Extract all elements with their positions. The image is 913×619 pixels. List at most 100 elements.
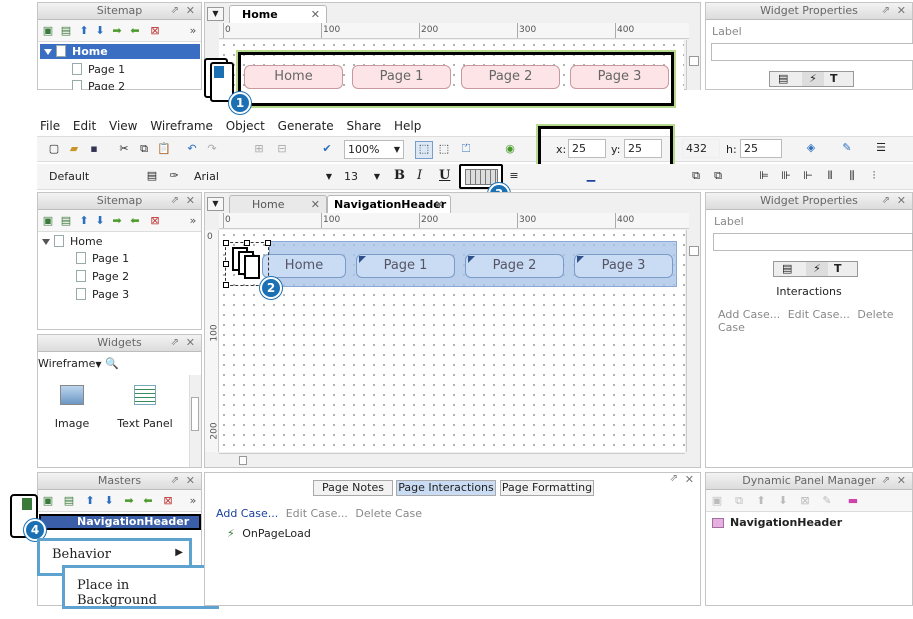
master-item-navigationheader[interactable]: NavigationHeader (39, 514, 201, 530)
indent-icon[interactable]: ➡ (122, 494, 136, 508)
edit-case-link[interactable]: Edit Case... (788, 308, 850, 321)
indent-icon[interactable]: ➡ (110, 214, 124, 228)
close-icon[interactable]: ✕ (897, 473, 906, 489)
open-icon[interactable]: ▰ (67, 142, 81, 156)
zoom-select[interactable]: 100% ▼ (344, 140, 404, 159)
overflow-icon[interactable]: » (186, 494, 200, 508)
edit-case-link[interactable]: Edit Case... (286, 507, 348, 520)
menu-share[interactable]: Share (347, 119, 382, 133)
top-nav-page1[interactable]: Page 1 (352, 65, 451, 89)
spellcheck-icon[interactable]: ✔ (320, 142, 334, 156)
properties-tab-icon[interactable]: ▤ (782, 262, 792, 275)
nav-page1[interactable]: Page 1 (356, 254, 455, 278)
close-icon[interactable]: ✕ (186, 193, 195, 209)
expand-icon[interactable] (42, 239, 50, 245)
context-menu-behavior[interactable]: Behavior (52, 547, 111, 562)
panel-color-icon[interactable]: ▬ (846, 494, 860, 508)
nav-page3[interactable]: Page 3 (574, 254, 673, 278)
sitemap-item-page2[interactable]: Page 2 (76, 269, 129, 285)
expand-icon[interactable] (44, 49, 52, 55)
pin-icon[interactable]: ⇗ (882, 473, 890, 489)
tab-menu-button[interactable]: ▼ (207, 7, 224, 21)
connector-mode-icon[interactable]: ⬚ (437, 142, 451, 156)
top-nav-home[interactable]: Home (244, 65, 343, 89)
tab-page-notes[interactable]: Page Notes (313, 480, 393, 496)
add-master-icon[interactable]: ▣ (41, 494, 55, 508)
top-sitemap-selected-row[interactable]: Home (40, 44, 200, 59)
style-select[interactable]: Default (45, 167, 139, 186)
line-weight-icon[interactable]: ☰ (874, 141, 888, 155)
move-up-icon[interactable]: ⬆ (754, 494, 768, 508)
preview-icon[interactable]: ◉ (503, 142, 517, 156)
tab-home[interactable]: Home ✕ (229, 195, 327, 213)
properties-tab-icon[interactable]: ▤ (778, 72, 788, 85)
add-page-icon[interactable]: ▣ (41, 24, 55, 38)
pin-icon[interactable]: ⇗ (670, 473, 678, 484)
close-icon[interactable]: ✕ (186, 473, 195, 489)
top-nav-page3[interactable]: Page 3 (570, 65, 669, 89)
menu-wireframe[interactable]: Wireframe (150, 119, 213, 133)
y-input[interactable]: 25 (624, 139, 662, 158)
text-color-icon[interactable]: ▁ (584, 169, 598, 183)
w-input[interactable]: 432 (682, 139, 720, 158)
pin-icon[interactable]: ⇗ (171, 473, 179, 489)
align-center-icon[interactable]: ⊪ (779, 169, 793, 183)
tab-page-formatting[interactable]: Page Formatting (500, 480, 594, 496)
dpm-item-navigationheader[interactable]: NavigationHeader (712, 516, 842, 529)
bring-front-icon[interactable]: ⧉ (689, 169, 703, 183)
align-icon[interactable]: ≡ (507, 169, 521, 183)
pin-icon[interactable]: ⇗ (882, 193, 890, 209)
style-manager-icon[interactable]: ▤ (145, 169, 159, 183)
delete-master-icon[interactable]: ⊠ (161, 494, 175, 508)
tab-navigationheader[interactable]: NavigationHeader ✕ (327, 195, 451, 213)
move-up-icon[interactable]: ⬆ (77, 214, 91, 228)
onpageload-event[interactable]: ⚡ OnPageLoad (227, 527, 311, 540)
keyboard-shortcut-icon[interactable]: ⏍ (459, 142, 473, 156)
add-child-icon[interactable]: ▤ (59, 24, 73, 38)
scroll-thumb[interactable] (239, 456, 247, 465)
outdent-icon[interactable]: ⬅ (128, 24, 142, 38)
edit-state-icon[interactable]: ✎ (820, 494, 834, 508)
interactions-tab-icon[interactable]: ⚡ (806, 262, 828, 276)
interactions-tab-icon[interactable]: ⚡ (802, 72, 824, 86)
top-nav-page2[interactable]: Page 2 (461, 65, 560, 89)
top-vertical-scrollbar[interactable] (686, 40, 700, 90)
move-up-icon[interactable]: ⬆ (83, 494, 97, 508)
label-input[interactable] (711, 43, 913, 61)
widgets-scrollbar[interactable] (189, 375, 201, 467)
scroll-thumb[interactable] (191, 397, 199, 431)
label-input[interactable] (713, 233, 913, 251)
outdent-icon[interactable]: ⬅ (141, 494, 155, 508)
undo-icon[interactable]: ↶ (185, 142, 199, 156)
format-painter-icon[interactable]: ✑ (167, 169, 181, 183)
move-down-icon[interactable]: ⬇ (776, 494, 790, 508)
close-icon[interactable]: ✕ (897, 193, 906, 209)
delete-state-icon[interactable]: ⊠ (798, 494, 812, 508)
x-input[interactable]: 25 (568, 139, 606, 158)
outdent-icon[interactable]: ⬅ (128, 214, 142, 228)
new-icon[interactable]: ▢ (47, 142, 61, 156)
close-icon[interactable]: ✕ (897, 3, 906, 19)
add-folder-icon[interactable]: ▤ (62, 494, 76, 508)
pin-icon[interactable]: ⇗ (171, 3, 179, 19)
widget-text-panel[interactable]: Text Panel (116, 385, 174, 430)
scroll-thumb[interactable] (689, 56, 699, 66)
style-tab-icon[interactable]: T (830, 72, 838, 85)
widget-library-select[interactable]: Wireframe▼ 🔍 (38, 357, 119, 370)
sitemap-item-page1[interactable]: Page 1 (76, 251, 129, 267)
menu-help[interactable]: Help (394, 119, 421, 133)
menu-generate[interactable]: Generate (278, 119, 334, 133)
canvas-vertical-scrollbar[interactable] (686, 230, 700, 452)
italic-button[interactable]: I (417, 168, 422, 183)
pin-icon[interactable]: ⇗ (171, 335, 179, 351)
distribute-v-icon[interactable]: ⫼ (845, 169, 859, 183)
overflow-icon[interactable]: » (186, 24, 200, 38)
send-back-icon[interactable]: ⧉ (711, 169, 725, 183)
context-menu-place-in-background[interactable]: Place in Background (77, 578, 207, 608)
move-down-icon[interactable]: ⬇ (93, 24, 107, 38)
tab-menu-button[interactable]: ▼ (207, 197, 224, 211)
close-tab-icon[interactable]: ✕ (311, 196, 320, 213)
tab-page-interactions[interactable]: Page Interactions (396, 480, 496, 496)
line-color-icon[interactable]: ✎ (840, 141, 854, 155)
indent-icon[interactable]: ➡ (110, 24, 124, 38)
